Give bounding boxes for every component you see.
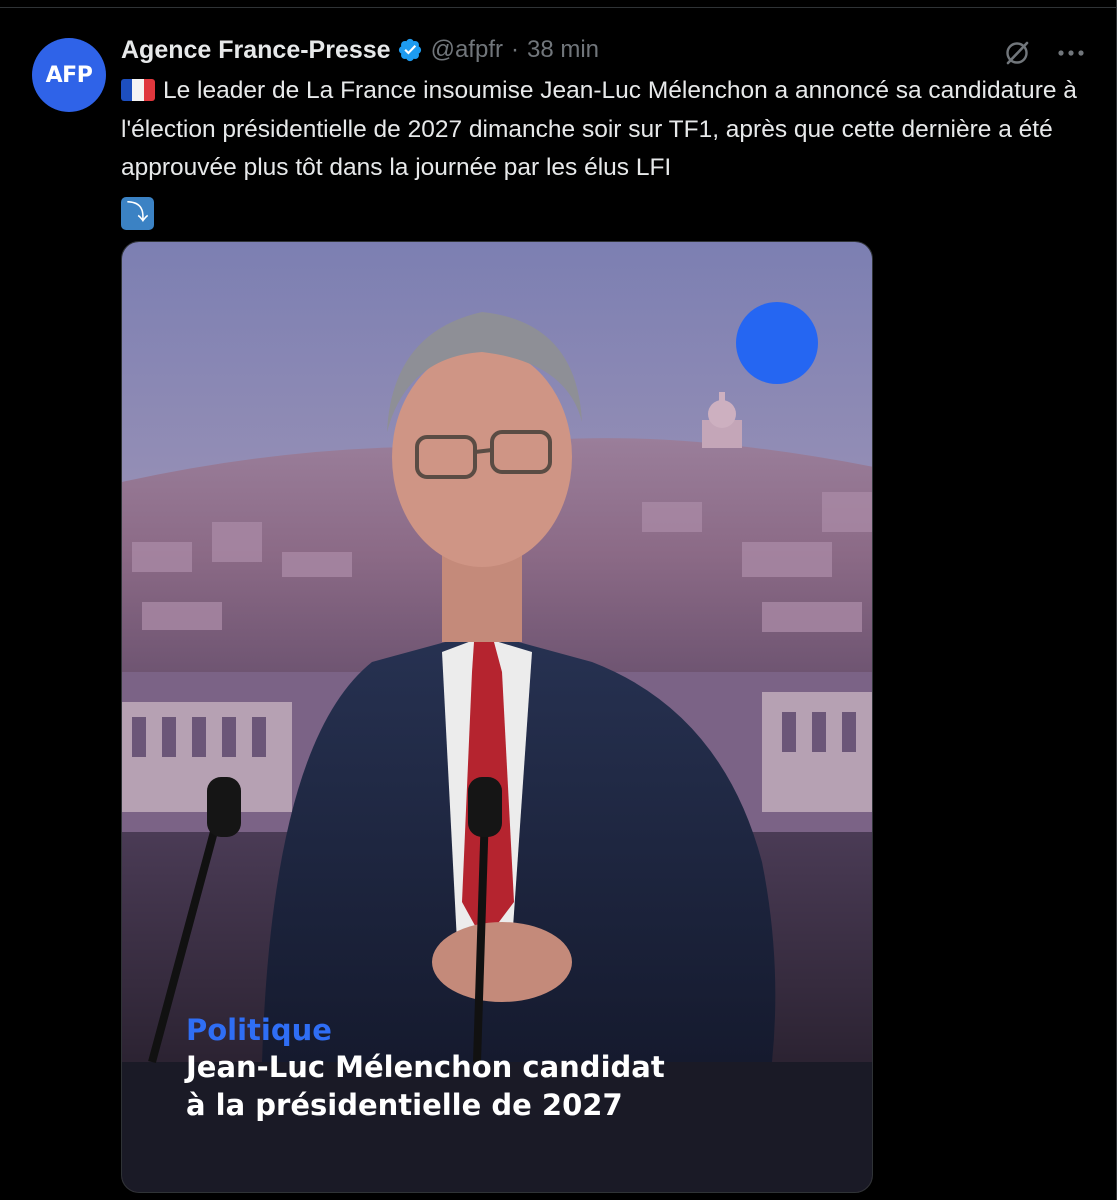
separator-dot: · [510,36,519,63]
arrow-down-right-icon: ⤵ [121,196,154,230]
grok-button[interactable] [1002,38,1032,68]
caption-title-line2: à la présidentielle de 2027 [186,1088,623,1122]
caption-title-line1: Jean-Luc Mélenchon candidat [186,1050,665,1084]
verified-badge-icon [398,38,421,62]
tweet-header: Agence France-Presse @afpfr · 38 min [121,35,599,65]
top-divider [0,0,1117,8]
more-button[interactable] [1056,38,1086,68]
afp-brand-dot [736,302,818,384]
grok-icon [1006,41,1029,65]
tweet-text: Le leader de La France insoumise Jean-Lu… [121,72,1081,230]
tweet-actions [1002,38,1086,68]
tweet-media[interactable]: Politique Jean-Luc Mélenchon candidat à … [121,241,873,1193]
author-handle[interactable]: @afpfr [431,36,503,64]
tweet-body: Le leader de La France insoumise Jean-Lu… [121,77,1077,181]
avatar[interactable]: AFP [32,38,106,112]
media-caption: Politique Jean-Luc Mélenchon candidat à … [186,1012,665,1124]
timestamp[interactable]: 38 min [527,36,599,64]
caption-category: Politique [186,1013,332,1047]
more-icon [1058,50,1084,56]
tweet[interactable]: AFP Agence France-Presse @afpfr · 38 min… [0,8,1116,1200]
author-name[interactable]: Agence France-Presse [121,36,391,65]
avatar-label: AFP [45,62,93,88]
french-flag-icon [121,79,155,101]
